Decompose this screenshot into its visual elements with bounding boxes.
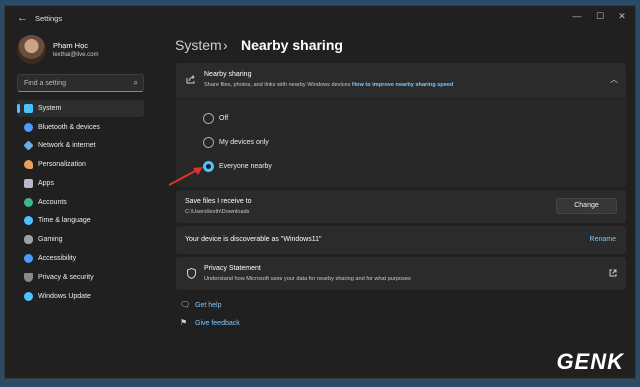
save-files-title: Save files I receive to bbox=[185, 198, 252, 205]
sidebar-item-label: Privacy & security bbox=[38, 273, 94, 281]
nearby-sharing-options: Off My devices only Everyone nearby bbox=[176, 99, 626, 187]
save-files-path: C:\Users\lexth\Downloads bbox=[185, 209, 250, 215]
search-placeholder: Find a setting bbox=[24, 79, 67, 87]
brush-icon bbox=[24, 159, 33, 169]
page-title: Nearby sharing bbox=[241, 37, 343, 53]
radio-button[interactable] bbox=[203, 137, 214, 148]
discoverable-card: Your device is discoverable as "Windows1… bbox=[176, 226, 626, 254]
sidebar-item-label: Bluetooth & devices bbox=[38, 123, 100, 131]
shield-icon bbox=[187, 268, 196, 279]
external-link-icon[interactable] bbox=[609, 269, 617, 277]
watermark-logo: GENK bbox=[556, 349, 624, 374]
minimize-icon[interactable]: — bbox=[567, 11, 587, 21]
title-bar: ← Settings — ☐ ✕ bbox=[5, 6, 635, 32]
apps-icon bbox=[24, 178, 33, 188]
sidebar-item-bluetooth[interactable]: Bluetooth & devices bbox=[17, 119, 144, 136]
chevron-up-icon[interactable]: ︿ bbox=[610, 74, 618, 85]
profile-name: Phạm Học bbox=[53, 41, 89, 50]
give-feedback-link[interactable]: Give feedback bbox=[195, 320, 240, 327]
discoverable-text: Your device is discoverable as "Windows1… bbox=[185, 236, 322, 243]
feedback-icon: ⚑ bbox=[180, 318, 188, 327]
privacy-title: Privacy Statement bbox=[204, 265, 261, 272]
active-indicator bbox=[17, 104, 20, 113]
sidebar-item-accessibility[interactable]: Accessibility bbox=[17, 250, 144, 267]
get-help-link[interactable]: Get help bbox=[195, 302, 221, 309]
sidebar-item-time-language[interactable]: Time & language bbox=[17, 212, 144, 229]
maximize-icon[interactable]: ☐ bbox=[590, 11, 610, 22]
system-icon bbox=[24, 103, 33, 113]
breadcrumb-root[interactable]: System bbox=[175, 37, 222, 53]
accounts-icon bbox=[24, 197, 33, 207]
nearby-sharing-header[interactable]: Nearby sharing Share files, photos, and … bbox=[176, 63, 626, 98]
help-icon: 🗨 bbox=[180, 300, 191, 309]
network-icon bbox=[23, 139, 34, 151]
sidebar-item-network[interactable]: Network & internet bbox=[17, 137, 144, 154]
sidebar-item-label: Accessibility bbox=[38, 254, 77, 262]
sidebar-item-apps[interactable]: Apps bbox=[17, 175, 144, 192]
privacy-statement-card[interactable]: Privacy Statement Understand how Microso… bbox=[176, 257, 626, 290]
close-icon[interactable]: ✕ bbox=[612, 11, 632, 22]
sidebar-item-privacy-security[interactable]: Privacy & security bbox=[17, 269, 144, 286]
window-title: Settings bbox=[35, 14, 63, 23]
sidebar-item-personalization[interactable]: Personalization bbox=[17, 156, 144, 173]
sidebar-item-label: Gaming bbox=[38, 235, 63, 243]
sidebar-item-accounts[interactable]: Accounts bbox=[17, 194, 144, 211]
rename-link[interactable]: Rename bbox=[590, 236, 616, 243]
sidebar-item-label: Apps bbox=[38, 179, 54, 187]
description-text: Share files, photos, and links with near… bbox=[204, 82, 351, 88]
sidebar-item-label: Time & language bbox=[38, 216, 91, 224]
search-icon[interactable]: ⌕ bbox=[134, 78, 138, 88]
sidebar-item-label: Windows Update bbox=[38, 292, 91, 300]
back-arrow-icon[interactable]: ← bbox=[17, 12, 28, 24]
time-icon bbox=[24, 215, 33, 225]
settings-window: ← Settings — ☐ ✕ Phạm Học lexthai@live.c… bbox=[4, 5, 636, 379]
sidebar-item-label: Accounts bbox=[38, 198, 67, 206]
search-input[interactable]: Find a setting ⌕ bbox=[17, 74, 144, 92]
profile-email: lexthai@live.com bbox=[53, 52, 99, 58]
sidebar-item-label: Network & internet bbox=[38, 141, 96, 149]
radio-label: Off bbox=[219, 114, 229, 122]
gaming-icon bbox=[24, 234, 33, 244]
nearby-sharing-description: Share files, photos, and links with near… bbox=[204, 82, 453, 88]
avatar[interactable] bbox=[17, 35, 46, 64]
breadcrumb-separator: › bbox=[223, 37, 228, 53]
nearby-sharing-title: Nearby sharing bbox=[204, 71, 252, 78]
radio-label: My devices only bbox=[219, 138, 269, 146]
sidebar-item-system[interactable]: System bbox=[17, 100, 144, 117]
sidebar-item-label: System bbox=[38, 104, 62, 112]
shield-icon bbox=[24, 272, 33, 282]
sidebar-item-gaming[interactable]: Gaming bbox=[17, 231, 144, 248]
update-icon bbox=[24, 291, 33, 301]
sidebar-item-label: Personalization bbox=[38, 160, 86, 168]
annotation-arrow-icon bbox=[168, 167, 203, 186]
accessibility-icon bbox=[24, 253, 33, 263]
bluetooth-icon bbox=[24, 122, 33, 132]
share-icon bbox=[186, 75, 195, 84]
improve-speed-link[interactable]: How to improve nearby sharing speed bbox=[352, 82, 453, 88]
radio-label: Everyone nearby bbox=[219, 162, 272, 170]
change-button[interactable]: Change bbox=[556, 198, 617, 214]
radio-button[interactable] bbox=[203, 113, 214, 124]
sidebar-item-windows-update[interactable]: Windows Update bbox=[17, 288, 144, 305]
save-files-card: Save files I receive to C:\Users\lexth\D… bbox=[176, 190, 626, 223]
privacy-description: Understand how Microsoft uses your data … bbox=[204, 276, 411, 282]
